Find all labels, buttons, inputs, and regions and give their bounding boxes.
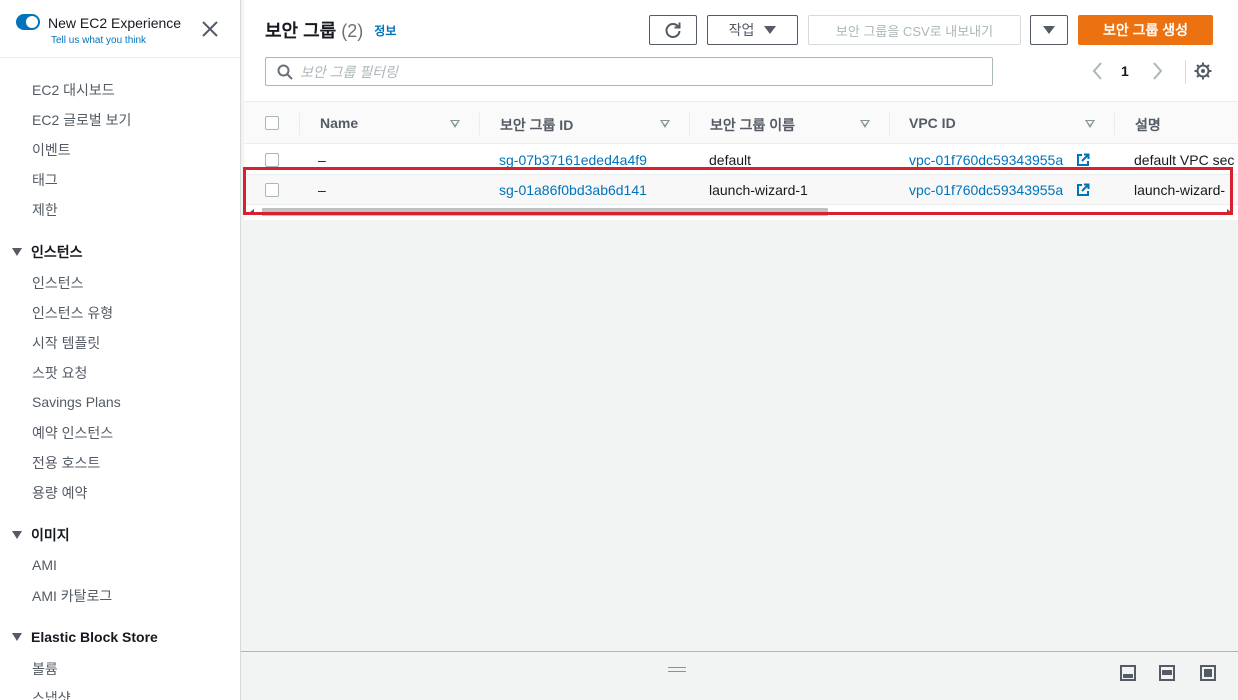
scroll-right-arrow[interactable] xyxy=(1227,209,1231,215)
sidebar-section-label: 이미지 xyxy=(31,527,70,543)
sidebar-item-global-view[interactable]: EC2 글로벌 보기 xyxy=(32,110,131,130)
column-header-group-id[interactable]: 보안 그룹 ID xyxy=(500,115,573,135)
column-header-name[interactable]: Name xyxy=(320,115,358,131)
actions-label: 작업 xyxy=(728,22,755,38)
table-row[interactable]: – sg-01a86f0bd3ab6d141 launch-wizard-1 v… xyxy=(244,175,1238,205)
split-panel-bar xyxy=(241,651,1238,700)
actions-button[interactable]: 작업 xyxy=(707,15,798,45)
sidebar-item-volumes[interactable]: 볼륨 xyxy=(32,659,58,679)
caret-down-icon xyxy=(12,248,22,256)
cell-group-id-link[interactable]: sg-01a86f0bd3ab6d141 xyxy=(499,182,647,198)
create-security-group-label: 보안 그룹 생성 xyxy=(1102,22,1189,38)
scrollbar-thumb[interactable] xyxy=(262,208,828,216)
cell-vpc-id-link[interactable]: vpc-01f760dc59343955a xyxy=(909,182,1063,198)
page-title: 보안 그룹 (2) 정보 xyxy=(265,17,396,43)
filter-search-box[interactable] xyxy=(265,57,993,86)
refresh-icon xyxy=(665,22,681,38)
sidebar-item-events[interactable]: 이벤트 xyxy=(32,140,71,160)
sort-icon[interactable] xyxy=(450,120,460,128)
sidebar-item-dedicated-hosts[interactable]: 전용 호스트 xyxy=(32,453,100,473)
cell-group-name: launch-wizard-1 xyxy=(709,182,808,198)
security-groups-panel: 보안 그룹 (2) 정보 작업 보안 그룹을 CSV로 내보내기 보안 그룹 생… xyxy=(244,0,1238,220)
sidebar-item-capacity-reservations[interactable]: 용량 예약 xyxy=(32,483,87,503)
cell-vpc-id-link[interactable]: vpc-01f760dc59343955a xyxy=(909,152,1063,168)
sidebar-item-ami[interactable]: AMI xyxy=(32,557,57,573)
info-link[interactable]: 정보 xyxy=(374,24,396,38)
sidebar-section-label: 인스턴스 xyxy=(31,244,83,260)
export-csv-button[interactable]: 보안 그룹을 CSV로 내보내기 xyxy=(808,15,1021,45)
column-separator xyxy=(299,113,300,135)
column-header-group-name[interactable]: 보안 그룹 이름 xyxy=(710,115,795,135)
sidebar-section-instances[interactable]: 인스턴스 xyxy=(12,242,83,262)
row-checkbox[interactable] xyxy=(265,153,279,167)
cell-name: – xyxy=(318,152,326,168)
cell-name: – xyxy=(318,182,326,198)
sidebar-section-label: Elastic Block Store xyxy=(31,629,158,645)
sidebar-item-ami-catalog[interactable]: AMI 카탈로그 xyxy=(32,586,112,606)
column-header-vpc-id[interactable]: VPC ID xyxy=(909,115,956,131)
gear-icon[interactable] xyxy=(1194,62,1212,80)
sidebar-item-dashboard[interactable]: EC2 대시보드 xyxy=(32,80,115,100)
cell-description: launch-wizard- xyxy=(1134,182,1226,198)
external-link-icon[interactable] xyxy=(1076,153,1090,167)
sidebar-item-launch-templates[interactable]: 시작 템플릿 xyxy=(32,333,100,353)
new-experience-header: New EC2 Experience Tell us what you thin… xyxy=(0,0,240,58)
create-security-group-button[interactable]: 보안 그룹 생성 xyxy=(1078,15,1213,45)
sort-icon[interactable] xyxy=(860,120,870,128)
new-experience-toggle[interactable] xyxy=(16,14,40,30)
caret-down-icon xyxy=(12,633,22,641)
horizontal-scrollbar[interactable] xyxy=(244,205,1238,219)
search-icon xyxy=(277,64,293,80)
sort-icon[interactable] xyxy=(660,120,670,128)
sidebar-section-images[interactable]: 이미지 xyxy=(12,525,70,545)
cell-description: default VPC sec xyxy=(1134,152,1235,168)
select-all-checkbox[interactable] xyxy=(265,116,279,130)
table-row[interactable]: – sg-07b37161eded4a4f9 default vpc-01f76… xyxy=(244,145,1238,175)
panel-bottom-icon[interactable] xyxy=(1120,665,1136,681)
sidebar-item-savings-plans[interactable]: Savings Plans xyxy=(32,394,121,410)
sidebar: New EC2 Experience Tell us what you thin… xyxy=(0,0,241,700)
sidebar-section-ebs[interactable]: Elastic Block Store xyxy=(12,629,158,645)
table-header: Name 보안 그룹 ID 보안 그룹 이름 VPC ID 설명 xyxy=(244,101,1238,144)
column-header-description[interactable]: 설명 xyxy=(1135,115,1161,135)
sidebar-item-tags[interactable]: 태그 xyxy=(32,170,58,190)
cell-group-name: default xyxy=(709,152,752,168)
sidebar-item-instance-types[interactable]: 인스턴스 유형 xyxy=(32,303,113,323)
page-title-text: 보안 그룹 xyxy=(265,21,337,41)
caret-down-icon xyxy=(12,531,22,539)
column-separator xyxy=(479,113,480,135)
sidebar-item-snapshots[interactable]: 스냅샷 xyxy=(32,688,71,700)
page-number[interactable]: 1 xyxy=(1121,63,1129,79)
new-experience-title: New EC2 Experience xyxy=(48,15,182,31)
divider xyxy=(1185,60,1186,84)
refresh-button[interactable] xyxy=(649,15,697,45)
group-count: (2) xyxy=(341,21,364,41)
ec2-console: New EC2 Experience Tell us what you thin… xyxy=(0,0,1238,700)
resize-handle[interactable] xyxy=(668,667,686,672)
export-dropdown-button[interactable] xyxy=(1030,15,1068,45)
column-separator xyxy=(689,113,690,135)
export-csv-label: 보안 그룹을 CSV로 내보내기 xyxy=(835,23,994,39)
close-icon[interactable] xyxy=(201,20,219,38)
chevron-left-icon[interactable] xyxy=(1091,60,1105,82)
filter-input[interactable] xyxy=(300,62,980,82)
sidebar-item-spot-requests[interactable]: 스팟 요청 xyxy=(32,363,87,383)
scroll-left-arrow[interactable] xyxy=(250,209,254,215)
sidebar-item-instances[interactable]: 인스턴스 xyxy=(32,273,84,293)
column-separator xyxy=(889,113,890,135)
panel-full-icon[interactable] xyxy=(1200,665,1216,681)
sidebar-item-reserved-instances[interactable]: 예약 인스턴스 xyxy=(32,423,113,443)
column-separator xyxy=(1114,113,1115,135)
sort-icon[interactable] xyxy=(1085,120,1095,128)
sidebar-item-limits[interactable]: 제한 xyxy=(32,200,58,220)
panel-side-icon[interactable] xyxy=(1159,665,1175,681)
caret-down-icon xyxy=(764,26,777,34)
cell-group-id-link[interactable]: sg-07b37161eded4a4f9 xyxy=(499,152,647,168)
row-checkbox[interactable] xyxy=(265,183,279,197)
external-link-icon[interactable] xyxy=(1076,183,1090,197)
caret-down-icon xyxy=(1043,26,1055,34)
feedback-link[interactable]: Tell us what you think xyxy=(51,35,146,46)
chevron-right-icon[interactable] xyxy=(1150,60,1164,82)
